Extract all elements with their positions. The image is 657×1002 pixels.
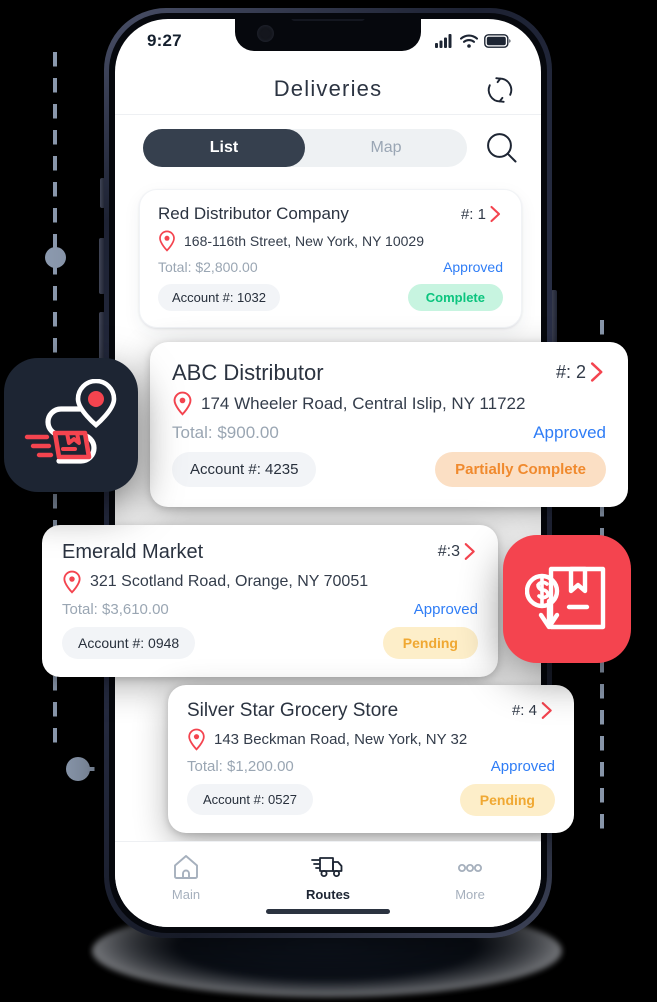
cost-per-delivery-badge: [503, 535, 631, 663]
refresh-icon: [487, 77, 513, 103]
delivery-total: Total: $900.00: [172, 423, 279, 443]
delivery-address: 168-116th Street, New York, NY 10029: [184, 233, 424, 249]
card-header-row: Silver Star Grocery Store #: 4: [187, 700, 555, 722]
status-time: 9:27: [147, 31, 182, 50]
account-number-pill: Account #: 0948: [62, 627, 196, 659]
account-number-pill: Account #: 1032: [158, 284, 280, 311]
view-mode-segmented-control[interactable]: List Map: [143, 129, 467, 167]
front-camera-icon: [257, 25, 274, 42]
map-pin-icon: [173, 391, 192, 416]
delivery-index[interactable]: #: 4: [512, 700, 555, 721]
wifi-icon: [460, 34, 478, 48]
delivery-name: Emerald Market: [62, 541, 204, 563]
search-button[interactable]: [479, 125, 525, 171]
account-number-pill: Account #: 0527: [187, 784, 313, 816]
delivery-total: Total: $2,800.00: [158, 259, 258, 275]
card-address-row: 143 Beckman Road, New York, NY 32: [187, 728, 555, 751]
list-map-toolbar: List Map: [115, 115, 541, 183]
chevron-right-icon: [490, 205, 501, 223]
home-indicator: [266, 909, 390, 914]
tab-more[interactable]: More: [415, 852, 525, 902]
card-address-row: 168-116th Street, New York, NY 10029: [158, 230, 503, 252]
app-header: Deliveries: [115, 63, 541, 115]
map-pin-icon: [63, 570, 81, 594]
card-header-row: Red Distributor Company #: 1: [158, 204, 503, 224]
status-indicators: [435, 34, 511, 48]
card-footer-row: Account #: 4235 Partially Complete: [172, 452, 606, 488]
delivery-address: 321 Scotland Road, Orange, NY 70051: [90, 573, 369, 590]
map-pin-icon: [188, 728, 205, 751]
delivery-card[interactable]: Silver Star Grocery Store #: 4 143 Beckm…: [168, 685, 574, 833]
search-icon: [487, 133, 517, 163]
chevron-right-icon: [541, 702, 552, 719]
card-footer-row: Account #: 0948 Pending: [62, 627, 478, 659]
delivery-address: 143 Beckman Road, New York, NY 32: [214, 730, 468, 748]
tab-main-label: Main: [171, 887, 201, 902]
card-total-row: Total: $900.00 Approved: [172, 423, 606, 443]
delivery-card[interactable]: ABC Distributor #: 2 174 Wheeler Road, C…: [150, 342, 628, 508]
delivery-total: Total: $1,200.00: [187, 757, 294, 775]
status-badge: Pending: [459, 783, 555, 816]
status-badge: Pending: [382, 627, 478, 659]
delivery-card[interactable]: Red Distributor Company #: 1 168-116th S…: [139, 189, 522, 328]
battery-icon: [484, 34, 511, 48]
card-address-row: 174 Wheeler Road, Central Islip, NY 1172…: [172, 391, 606, 416]
delivery-index-label: #: 1: [460, 205, 486, 223]
route-package-badge: [4, 358, 138, 492]
tab-routes-label: Routes: [305, 887, 351, 902]
route-pin-package-icon: [24, 379, 117, 464]
card-header-row: Emerald Market #:3: [62, 541, 478, 564]
tab-routes[interactable]: Routes: [266, 852, 390, 914]
delivery-name: Red Distributor Company: [158, 204, 349, 223]
status-badge: Complete: [407, 284, 503, 311]
delivery-index-label: #: 2: [555, 361, 586, 382]
card-total-row: Total: $2,800.00 Approved: [158, 259, 503, 275]
delivery-address: 174 Wheeler Road, Central Islip, NY 1172…: [201, 393, 526, 413]
card-total-row: Total: $1,200.00 Approved: [187, 758, 555, 775]
delivery-index[interactable]: #:3: [438, 541, 478, 562]
card-address-row: 321 Scotland Road, Orange, NY 70051: [62, 570, 478, 594]
delivery-name: Silver Star Grocery Store: [187, 700, 399, 721]
earpiece-speaker: [291, 19, 365, 21]
delivery-index-label: #: 4: [511, 702, 537, 719]
refresh-button[interactable]: [481, 71, 519, 109]
approval-status: Approved: [533, 423, 606, 443]
page-title: Deliveries: [273, 75, 383, 101]
approval-status: Approved: [443, 259, 503, 275]
delivery-index[interactable]: #: 1: [461, 204, 503, 224]
card-header-row: ABC Distributor #: 2: [172, 360, 606, 385]
approval-status: Approved: [413, 601, 478, 618]
phone-notch: [235, 19, 421, 51]
screenshot-stage: 9:27 Deliveries List Map Main Routes Mor…: [0, 0, 657, 1002]
status-badge: Partially Complete: [435, 452, 606, 488]
cellular-signal-icon: [435, 34, 452, 48]
ellipsis-icon: [458, 863, 482, 872]
tab-more-label: More: [455, 887, 485, 902]
delivery-name: ABC Distributor: [172, 360, 324, 385]
card-footer-row: Account #: 0527 Pending: [187, 783, 555, 816]
tab-list[interactable]: List: [143, 129, 305, 167]
delivery-card[interactable]: Emerald Market #:3 321 Scotland Road, Or…: [42, 525, 498, 677]
card-footer-row: Account #: 1032 Complete: [158, 284, 503, 311]
map-pin-icon: [159, 230, 175, 252]
tab-map[interactable]: Map: [305, 129, 467, 167]
truck-icon: [311, 857, 343, 877]
delivery-index[interactable]: #: 2: [556, 360, 606, 384]
tab-main[interactable]: Main: [131, 852, 241, 902]
box-dollar-arrow-icon: [525, 566, 606, 630]
approval-status: Approved: [490, 757, 555, 775]
home-icon: [174, 855, 198, 879]
decor-node-dot-left-upper: [45, 247, 66, 268]
delivery-index-label: #:3: [437, 542, 460, 560]
account-number-pill: Account #: 4235: [172, 452, 317, 488]
delivery-total: Total: $3,610.00: [62, 601, 169, 618]
chevron-right-icon: [464, 543, 475, 560]
bottom-tab-bar: Main Routes More: [115, 841, 541, 927]
card-total-row: Total: $3,610.00 Approved: [62, 601, 478, 618]
chevron-right-icon: [590, 362, 603, 382]
